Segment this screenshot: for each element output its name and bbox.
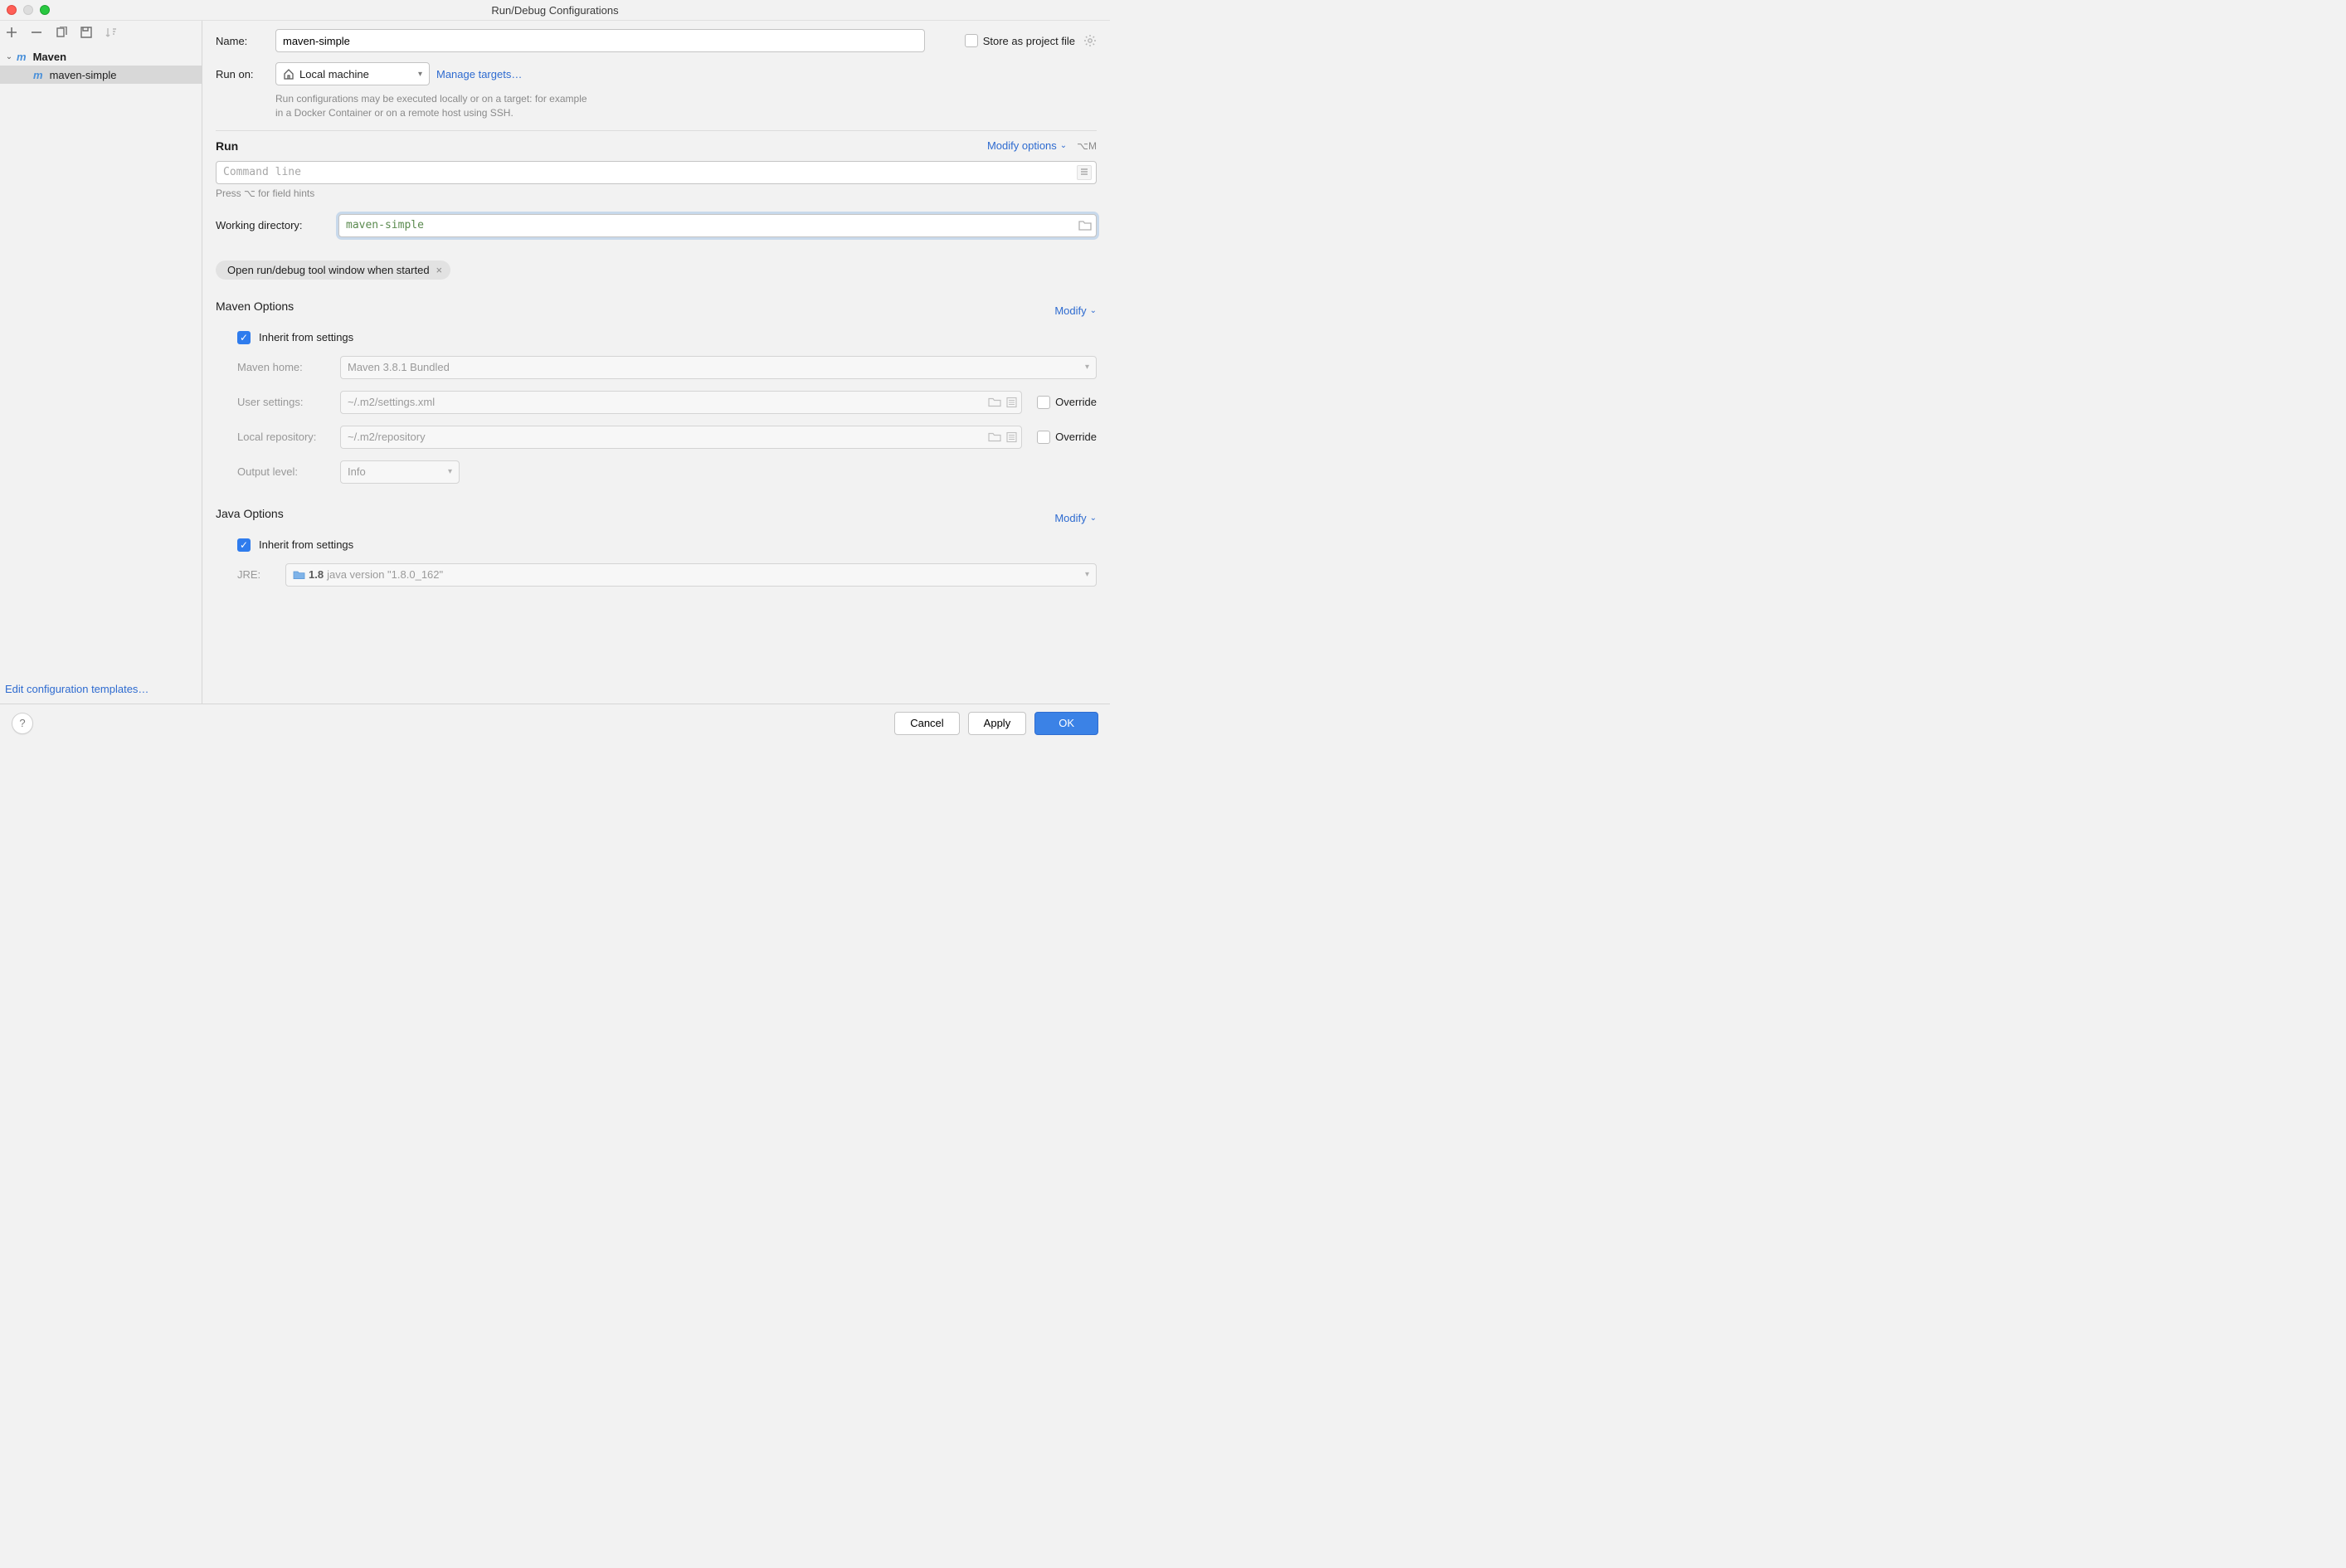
- user-settings-field: ~/.m2/settings.xml: [340, 391, 1022, 414]
- tree-root-maven[interactable]: ⌄ m Maven: [0, 47, 202, 66]
- command-line-input[interactable]: [216, 161, 1097, 184]
- window-title: Run/Debug Configurations: [0, 4, 1110, 17]
- sort-config-icon[interactable]: [105, 26, 118, 39]
- remove-config-icon[interactable]: [30, 26, 43, 39]
- maven-options-title: Maven Options: [216, 299, 294, 313]
- jre-select: 1.8 java version "1.8.0_162" ▾: [285, 563, 1097, 587]
- runon-label: Run on:: [216, 68, 269, 80]
- title-bar: Run/Debug Configurations: [0, 0, 1110, 20]
- manage-targets-link[interactable]: Manage targets…: [436, 68, 522, 80]
- maven-home-value: Maven 3.8.1 Bundled: [348, 361, 450, 373]
- maximize-window-button[interactable]: [40, 5, 50, 15]
- maven-modify-link[interactable]: Modify: [1054, 304, 1086, 317]
- expand-field-icon[interactable]: [1077, 165, 1092, 180]
- user-settings-value: ~/.m2/settings.xml: [348, 396, 435, 408]
- output-level-label: Output level:: [237, 465, 332, 478]
- browse-folder-icon: [988, 397, 1001, 407]
- jre-description: java version "1.8.0_162": [327, 568, 443, 581]
- open-tool-window-chip[interactable]: Open run/debug tool window when started …: [216, 261, 450, 280]
- close-window-button[interactable]: [7, 5, 17, 15]
- apply-button[interactable]: Apply: [968, 712, 1027, 735]
- list-icon: [1006, 431, 1017, 442]
- runon-select[interactable]: Local machine ▾: [275, 62, 430, 85]
- chevron-down-icon: ⌄: [1060, 141, 1067, 150]
- java-modify-link[interactable]: Modify: [1054, 512, 1086, 524]
- maven-inherit-label: Inherit from settings: [259, 331, 353, 343]
- override-label: Override: [1055, 431, 1097, 443]
- run-section-title: Run: [216, 139, 238, 153]
- working-dir-input[interactable]: [338, 214, 1097, 237]
- copy-config-icon[interactable]: [55, 26, 68, 39]
- config-tree: ⌄ m Maven m maven-simple: [0, 44, 202, 676]
- runon-help-text: Run configurations may be executed local…: [275, 92, 1097, 120]
- save-config-icon[interactable]: [80, 26, 93, 39]
- chip-close-icon[interactable]: ×: [436, 264, 443, 276]
- local-repo-field: ~/.m2/repository: [340, 426, 1022, 449]
- user-settings-label: User settings:: [237, 396, 332, 408]
- separator: [216, 130, 1097, 131]
- local-repo-label: Local repository:: [237, 431, 332, 443]
- modify-options-shortcut: ⌥M: [1077, 140, 1097, 152]
- name-input[interactable]: [275, 29, 925, 52]
- chevron-down-icon: ▾: [448, 467, 452, 476]
- output-level-select: Info ▾: [340, 460, 460, 484]
- jre-value: 1.8: [309, 568, 324, 581]
- browse-folder-icon[interactable]: [1078, 220, 1092, 231]
- jre-label: JRE:: [237, 568, 277, 581]
- dialog-footer: ? Cancel Apply OK: [0, 704, 1110, 742]
- java-options-title: Java Options: [216, 507, 284, 520]
- maven-icon: m: [33, 69, 43, 81]
- java-inherit-label: Inherit from settings: [259, 538, 353, 551]
- runon-value: Local machine: [299, 68, 369, 80]
- tree-root-label: Maven: [33, 51, 66, 63]
- local-repo-override-checkbox[interactable]: [1037, 431, 1050, 444]
- gear-icon[interactable]: [1083, 34, 1097, 47]
- maven-home-select: Maven 3.8.1 Bundled ▾: [340, 356, 1097, 379]
- edit-templates-link[interactable]: Edit configuration templates…: [5, 683, 148, 695]
- content-panel: Name: Store as project file Run on: Loca…: [202, 21, 1110, 704]
- folder-icon: [293, 570, 305, 580]
- maven-icon: m: [17, 51, 27, 63]
- override-label: Override: [1055, 396, 1097, 408]
- working-dir-label: Working directory:: [216, 219, 330, 231]
- tree-item-maven-simple[interactable]: m maven-simple: [0, 66, 202, 84]
- user-settings-override-checkbox[interactable]: [1037, 396, 1050, 409]
- chevron-down-icon: ▾: [1085, 363, 1089, 372]
- store-as-project-file-checkbox[interactable]: [965, 34, 978, 47]
- chevron-down-icon: ▾: [418, 70, 422, 79]
- sidebar: ⌄ m Maven m maven-simple Edit configurat…: [0, 21, 202, 704]
- cancel-button[interactable]: Cancel: [894, 712, 959, 735]
- maven-inherit-checkbox[interactable]: [237, 331, 251, 344]
- command-hint: Press ⌥ for field hints: [216, 187, 1097, 199]
- chevron-down-icon: ⌄: [5, 52, 13, 61]
- help-button[interactable]: ?: [12, 713, 33, 734]
- chip-label: Open run/debug tool window when started: [227, 264, 430, 276]
- ok-button[interactable]: OK: [1034, 712, 1098, 735]
- tree-item-label: maven-simple: [50, 69, 117, 81]
- local-repo-value: ~/.m2/repository: [348, 431, 426, 443]
- java-inherit-checkbox[interactable]: [237, 538, 251, 552]
- chevron-down-icon: ⌄: [1090, 514, 1097, 523]
- browse-folder-icon: [988, 431, 1001, 442]
- list-icon: [1006, 397, 1017, 407]
- name-label: Name:: [216, 35, 269, 47]
- minimize-window-button[interactable]: [23, 5, 33, 15]
- modify-options-link[interactable]: Modify options: [987, 139, 1057, 152]
- maven-home-label: Maven home:: [237, 361, 332, 373]
- sidebar-toolbar: [0, 21, 202, 44]
- add-config-icon[interactable]: [5, 26, 18, 39]
- output-level-value: Info: [348, 465, 366, 478]
- store-as-project-file-label: Store as project file: [983, 35, 1075, 47]
- chevron-down-icon: ⌄: [1090, 306, 1097, 315]
- chevron-down-icon: ▾: [1085, 570, 1089, 579]
- home-icon: [283, 68, 294, 80]
